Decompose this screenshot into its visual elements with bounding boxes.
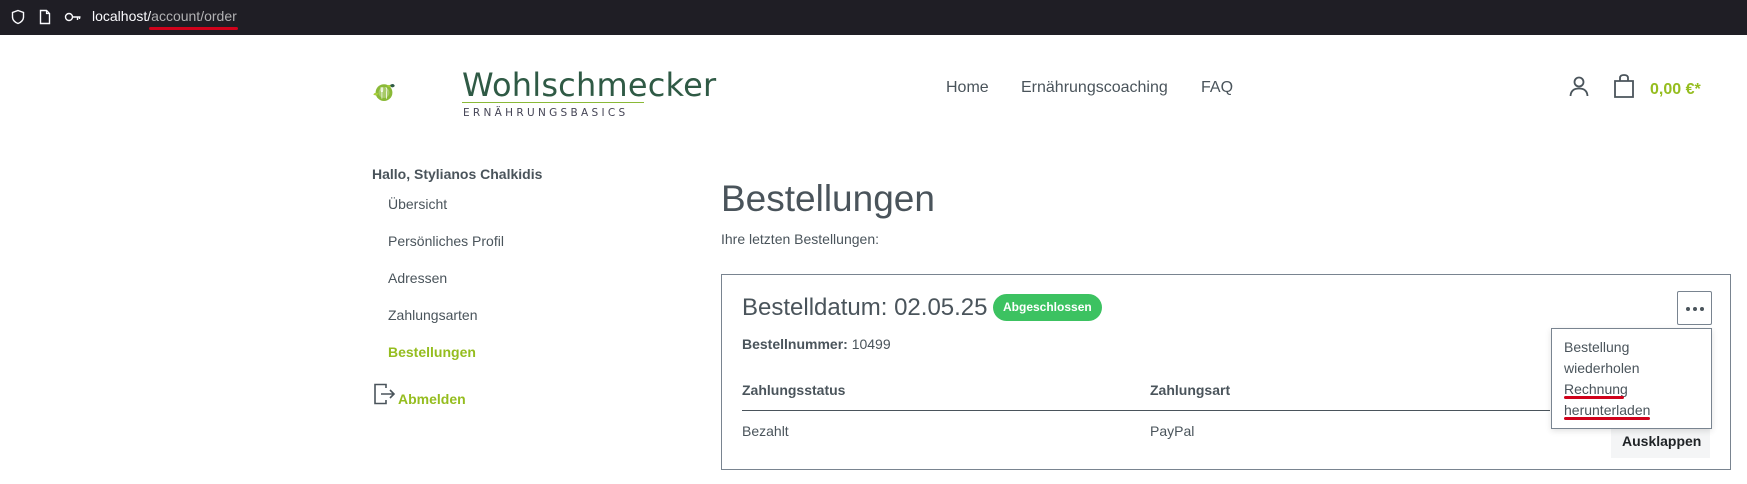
logout-icon[interactable]	[372, 382, 396, 406]
column-header-zahlungsart: Zahlungsart	[1150, 382, 1231, 398]
order-number-value: 10499	[851, 336, 891, 352]
order-date: Bestelldatum: 02.05.25	[742, 294, 988, 321]
order-actions-button[interactable]	[1677, 291, 1712, 325]
payment-method-value: PayPal	[1150, 423, 1195, 439]
sidebar-item-bestellungen[interactable]: Bestellungen	[388, 344, 476, 360]
sidebar-item-adressen[interactable]: Adressen	[388, 270, 447, 286]
url-annotation-underline	[149, 27, 238, 30]
account-greeting: Hallo, Stylianos Chalkidis	[372, 166, 543, 182]
nav-ernaehrungscoaching[interactable]: Ernährungscoaching	[1021, 79, 1168, 97]
sidebar-item-profil[interactable]: Persönliches Profil	[388, 233, 504, 249]
menu-item-reorder-cont[interactable]: wiederholen	[1564, 358, 1704, 379]
logo-mark[interactable]	[372, 56, 462, 128]
url-bar[interactable]: localhost/account/order	[92, 8, 237, 24]
shield-icon[interactable]	[10, 9, 26, 25]
cart-total[interactable]: 0,00 €*	[1650, 81, 1701, 99]
logo-divider	[462, 102, 644, 103]
cart-icon[interactable]	[1612, 73, 1636, 99]
sidebar-item-zahlungsarten[interactable]: Zahlungsarten	[388, 307, 478, 323]
logo-tagline: ERNÄHRUNGSBASICS	[463, 107, 629, 119]
status-badge: Abgeschlossen	[993, 294, 1102, 321]
page-title: Bestellungen	[721, 178, 935, 219]
annotation-underline	[1564, 396, 1624, 399]
url-host: localhost/	[92, 8, 152, 24]
url-path: account/order	[151, 8, 237, 24]
order-number-label: Bestellnummer:	[742, 336, 848, 352]
key-icon[interactable]	[64, 9, 82, 25]
logout-link[interactable]: Abmelden	[398, 391, 466, 407]
order-actions-menu: Bestellung wiederholen Rechnung herunter…	[1551, 328, 1712, 429]
page-subtitle: Ihre letzten Bestellungen:	[721, 231, 879, 247]
account-icon[interactable]	[1567, 74, 1591, 98]
expand-button-label[interactable]: Ausklappen	[1622, 433, 1701, 449]
nav-home[interactable]: Home	[946, 79, 989, 97]
menu-item-reorder[interactable]: Bestellung	[1564, 337, 1704, 358]
annotation-underline	[1564, 417, 1650, 420]
sidebar-item-uebersicht[interactable]: Übersicht	[388, 196, 447, 212]
order-number: Bestellnummer: 10499	[742, 336, 891, 352]
more-dots-icon	[1686, 307, 1690, 311]
payment-status-value: Bezahlt	[742, 423, 789, 439]
column-header-zahlungsstatus: Zahlungsstatus	[742, 382, 846, 398]
logo-wordmark[interactable]: Wohlschmecker	[462, 66, 716, 104]
page-icon[interactable]	[37, 9, 53, 25]
browser-toolbar: localhost/account/order	[0, 0, 1747, 35]
nav-faq[interactable]: FAQ	[1201, 79, 1233, 97]
table-divider	[742, 410, 1550, 411]
